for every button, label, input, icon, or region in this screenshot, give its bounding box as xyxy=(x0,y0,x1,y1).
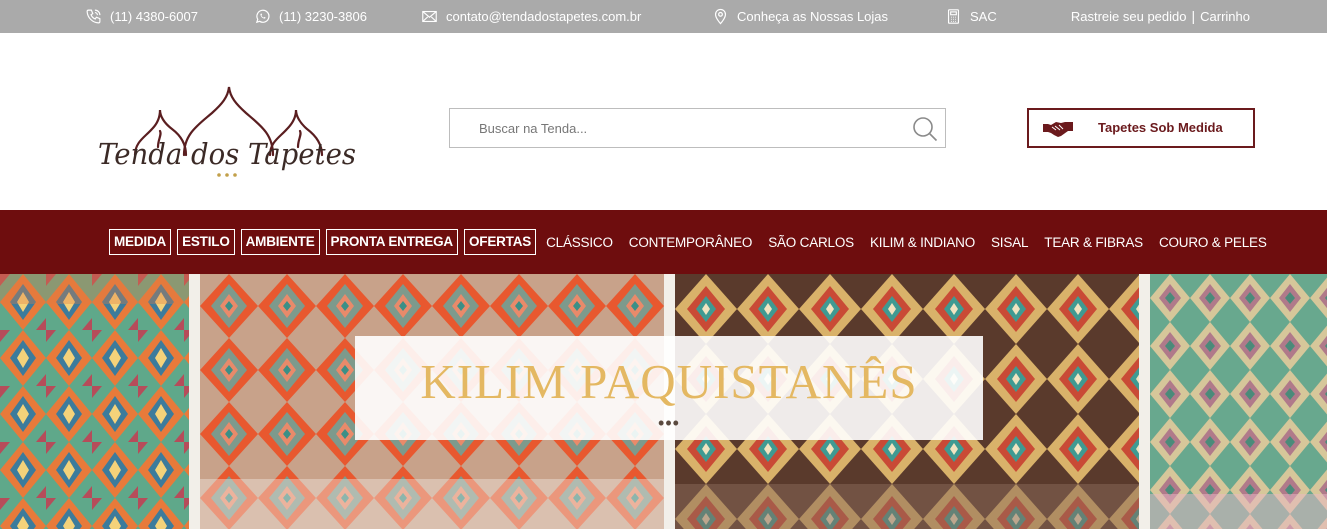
nav-contemporaneo[interactable]: CONTEMPORÂNEO xyxy=(629,235,753,250)
logo-text: Tenda dos Tapetes xyxy=(98,137,356,171)
email-address: contato@tendadostapetes.com.br xyxy=(446,9,642,24)
sac-link[interactable]: SAC xyxy=(945,0,997,33)
logo[interactable]: Tenda dos Tapetes xyxy=(90,67,360,179)
handshake-icon xyxy=(1043,122,1073,137)
main-nav: MEDIDA ESTILO AMBIENTE PRONTA ENTREGA OF… xyxy=(0,210,1327,274)
stores-label: Conheça as Nossas Lojas xyxy=(737,9,889,24)
mail-icon xyxy=(422,10,437,23)
calculator-icon xyxy=(947,9,960,24)
nav-ambiente[interactable]: AMBIENTE xyxy=(240,229,320,255)
nav-tear-fibras[interactable]: TEAR & FIBRAS xyxy=(1044,235,1143,250)
phone-icon xyxy=(86,9,101,24)
nav-classico[interactable]: CLÁSSICO xyxy=(546,235,613,250)
nav-sao-carlos[interactable]: SÃO CARLOS xyxy=(768,235,854,250)
rug-image xyxy=(1150,274,1327,529)
map-pin-icon xyxy=(714,8,727,25)
logo-graphic: Tenda dos Tapetes xyxy=(98,86,356,177)
stores-link[interactable]: Conheça as Nossas Lojas xyxy=(712,0,888,33)
search-box xyxy=(449,108,946,148)
nav-medida[interactable]: MEDIDA xyxy=(109,229,172,255)
top-bar: (11) 4380-6007 (11) 3230-3806 contato@te… xyxy=(0,0,1327,33)
header: Tenda dos Tapetes Tapetes Sob Medida xyxy=(0,33,1327,210)
nav-kilim-indiano[interactable]: KILIM & INDIANO xyxy=(870,235,975,250)
nav-estilo[interactable]: ESTILO xyxy=(177,229,235,255)
whatsapp-number: (11) 3230-3806 xyxy=(279,9,367,24)
banner-caption: KILIM PAQUISTANÊS ••• xyxy=(355,336,983,440)
search-icon xyxy=(913,117,938,142)
nav-sisal[interactable]: SISAL xyxy=(991,235,1028,250)
custom-size-label: Tapetes Sob Medida xyxy=(1098,120,1223,135)
whatsapp-icon xyxy=(255,9,270,24)
nav-pronta-entrega[interactable]: PRONTA ENTREGA xyxy=(325,229,458,255)
nav-ofertas[interactable]: OFERTAS xyxy=(463,229,537,255)
hero-banner[interactable]: KILIM PAQUISTANÊS ••• xyxy=(0,274,1327,529)
banner-dots: ••• xyxy=(658,413,680,433)
whatsapp-link[interactable]: (11) 3230-3806 xyxy=(254,0,367,33)
cart-link[interactable]: Carrinho xyxy=(1200,9,1250,24)
phone-number: (11) 4380-6007 xyxy=(110,9,198,24)
rug-image xyxy=(0,274,189,529)
sac-label: SAC xyxy=(970,9,997,24)
search-input[interactable] xyxy=(450,109,900,147)
search-button[interactable] xyxy=(911,115,939,143)
custom-size-button[interactable]: Tapetes Sob Medida xyxy=(1027,108,1255,148)
account-links: Rastreie seu pedido | Carrinho xyxy=(1071,0,1250,33)
phone-link[interactable]: (11) 4380-6007 xyxy=(85,0,198,33)
track-order-link[interactable]: Rastreie seu pedido xyxy=(1071,9,1187,24)
nav-couro-peles[interactable]: COURO & PELES xyxy=(1159,235,1267,250)
email-link[interactable]: contato@tendadostapetes.com.br xyxy=(421,0,641,33)
separator: | xyxy=(1191,8,1196,24)
